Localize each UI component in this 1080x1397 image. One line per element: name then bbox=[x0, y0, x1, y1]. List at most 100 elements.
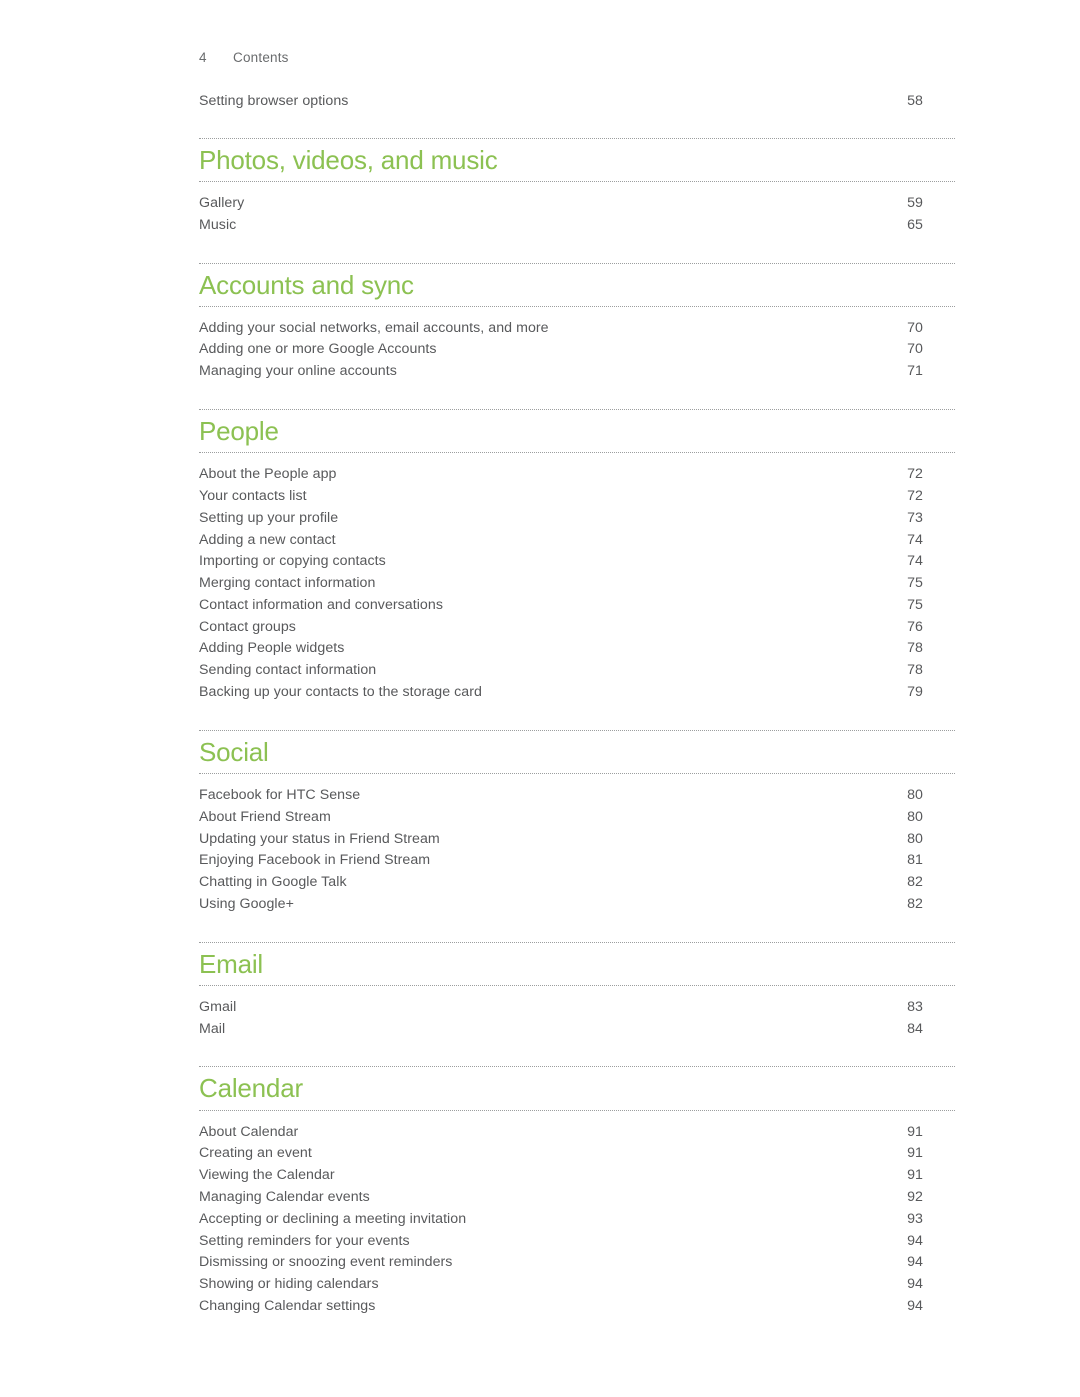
toc-entry-page-number: 93 bbox=[907, 1210, 923, 1227]
toc-section: Accounts and sync Adding your social netw… bbox=[199, 262, 955, 384]
section-heading[interactable]: Calendar bbox=[199, 1067, 955, 1109]
section-heading[interactable]: People bbox=[199, 410, 955, 452]
section-heading[interactable]: Photos, videos, and music bbox=[199, 139, 955, 181]
toc-entry[interactable]: Adding one or more Google Accounts 70 bbox=[199, 339, 955, 361]
toc-entry-label: Facebook for HTC Sense bbox=[199, 786, 361, 803]
toc-entry[interactable]: Accepting or declining a meeting invitat… bbox=[199, 1209, 955, 1231]
toc-entry-page-number: 59 bbox=[907, 194, 923, 211]
toc-section: People About the People app 72 Your contact… bbox=[199, 409, 955, 704]
toc-entry[interactable]: Contact groups 76 bbox=[199, 617, 955, 639]
toc-entry-page-number: 91 bbox=[907, 1167, 923, 1184]
toc-entry[interactable]: Adding your social networks, email accou… bbox=[199, 318, 955, 340]
toc-entry-label: Enjoying Facebook in Friend Stream bbox=[199, 852, 431, 869]
toc-entry[interactable]: Setting browser options 58 bbox=[199, 91, 955, 113]
toc-entry[interactable]: Setting reminders for your events 94 bbox=[199, 1231, 955, 1253]
running-header: 4 Contents bbox=[199, 0, 955, 65]
page-title: Contents bbox=[233, 50, 289, 65]
toc-entry[interactable]: Changing Calendar settings 94 bbox=[199, 1296, 955, 1318]
toc-entry-page-number: 91 bbox=[907, 1123, 923, 1140]
toc-entry-page-number: 94 bbox=[907, 1297, 923, 1314]
toc-entry[interactable]: Dismissing or snoozing event reminders 94 bbox=[199, 1252, 955, 1274]
toc-entry[interactable]: Gallery 59 bbox=[199, 193, 955, 215]
toc-entry-label: Adding People widgets bbox=[199, 640, 345, 657]
toc-entry-page-number: 82 bbox=[907, 874, 923, 891]
toc-entry-page-number: 80 bbox=[907, 830, 923, 847]
toc-entry-label: Setting up your profile bbox=[199, 509, 339, 526]
toc-entry[interactable]: Contact information and conversations 75 bbox=[199, 595, 955, 617]
toc-entry[interactable]: Mail 84 bbox=[199, 1019, 955, 1041]
toc-entry[interactable]: Enjoying Facebook in Friend Stream 81 bbox=[199, 850, 955, 872]
toc-content: 4 Contents Setting browser options 58 Pho… bbox=[199, 0, 955, 1318]
toc-section: Photos, videos, and music Gallery 59 Music 6… bbox=[199, 137, 955, 237]
toc-entry-label: Backing up your contacts to the storage … bbox=[199, 684, 482, 701]
orphan-entries: Setting browser options 58 bbox=[199, 91, 955, 113]
toc-entry[interactable]: Merging contact information 75 bbox=[199, 573, 955, 595]
toc-entry-label: About the People app bbox=[199, 466, 337, 483]
toc-entry-page-number: 70 bbox=[907, 341, 923, 358]
section-entry-list: Facebook for HTC Sense 80 About Friend Str… bbox=[199, 774, 955, 916]
toc-entry[interactable]: Managing your online accounts 71 bbox=[199, 361, 955, 383]
toc-entry[interactable]: Setting up your profile 73 bbox=[199, 508, 955, 530]
toc-entry[interactable]: Viewing the Calendar 91 bbox=[199, 1165, 955, 1187]
toc-entry[interactable]: Importing or copying contacts 74 bbox=[199, 551, 955, 573]
toc-entry-label: Importing or copying contacts bbox=[199, 553, 386, 570]
toc-entry-page-number: 73 bbox=[907, 509, 923, 526]
toc-entry-label: Contact groups bbox=[199, 618, 296, 635]
toc-entry-label: Music bbox=[199, 216, 237, 233]
toc-entry-page-number: 84 bbox=[907, 1020, 923, 1037]
toc-entry[interactable]: Sending contact information 78 bbox=[199, 660, 955, 682]
toc-entry-page-number: 94 bbox=[907, 1276, 923, 1293]
toc-entry[interactable]: Gmail 83 bbox=[199, 997, 955, 1019]
toc-entry-label: Gallery bbox=[199, 194, 245, 211]
section-entry-list: Adding your social networks, email accou… bbox=[199, 307, 955, 383]
toc-entry[interactable]: Updating your status in Friend Stream 80 bbox=[199, 829, 955, 851]
toc-entry-page-number: 79 bbox=[907, 684, 923, 701]
page-folio-number: 4 bbox=[199, 50, 207, 65]
toc-entry[interactable]: Chatting in Google Talk 82 bbox=[199, 872, 955, 894]
toc-entry-label: Adding your social networks, email accou… bbox=[199, 319, 549, 336]
toc-entry-label: About Friend Stream bbox=[199, 808, 331, 825]
toc-entry-page-number: 82 bbox=[907, 895, 923, 912]
toc-entry-page-number: 80 bbox=[907, 808, 923, 825]
toc-entry-label: Managing your online accounts bbox=[199, 363, 397, 380]
toc-entry-label: Contact information and conversations bbox=[199, 596, 443, 613]
toc-entry[interactable]: Adding a new contact 74 bbox=[199, 530, 955, 552]
toc-entry-page-number: 81 bbox=[907, 852, 923, 869]
section-heading[interactable]: Email bbox=[199, 943, 955, 985]
toc-entry-page-number: 91 bbox=[907, 1145, 923, 1162]
toc-entry[interactable]: Creating an event 91 bbox=[199, 1143, 955, 1165]
toc-entry-page-number: 94 bbox=[907, 1254, 923, 1271]
toc-entry-page-number: 70 bbox=[907, 319, 923, 336]
toc-entry[interactable]: Music 65 bbox=[199, 215, 955, 237]
toc-entry-label: Gmail bbox=[199, 998, 237, 1015]
toc-entry-page-number: 74 bbox=[907, 531, 923, 548]
toc-entry[interactable]: Facebook for HTC Sense 80 bbox=[199, 785, 955, 807]
toc-entry[interactable]: Using Google+ 82 bbox=[199, 894, 955, 916]
toc-entry[interactable]: Managing Calendar events 92 bbox=[199, 1187, 955, 1209]
section-heading[interactable]: Accounts and sync bbox=[199, 264, 955, 306]
toc-entry-label: Creating an event bbox=[199, 1145, 312, 1162]
toc-entry-label: Adding a new contact bbox=[199, 531, 336, 548]
toc-entry-page-number: 94 bbox=[907, 1232, 923, 1249]
toc-entry[interactable]: Your contacts list 72 bbox=[199, 486, 955, 508]
toc-entry[interactable]: Adding People widgets 78 bbox=[199, 638, 955, 660]
toc-entry-page-number: 71 bbox=[907, 363, 923, 380]
toc-entry[interactable]: About Friend Stream 80 bbox=[199, 807, 955, 829]
toc-entry-page-number: 78 bbox=[907, 640, 923, 657]
toc-entry-label: Managing Calendar events bbox=[199, 1188, 370, 1205]
toc-entry[interactable]: About the People app 72 bbox=[199, 464, 955, 486]
toc-entry-page-number: 78 bbox=[907, 662, 923, 679]
toc-entry-label: Showing or hiding calendars bbox=[199, 1276, 379, 1293]
toc-entry-page-number: 76 bbox=[907, 618, 923, 635]
toc-entry-page-number: 72 bbox=[907, 487, 923, 504]
toc-entry-label: About Calendar bbox=[199, 1123, 299, 1140]
toc-entry-label: Chatting in Google Talk bbox=[199, 874, 347, 891]
toc-entry[interactable]: Showing or hiding calendars 94 bbox=[199, 1274, 955, 1296]
toc-sections: Photos, videos, and music Gallery 59 Music 6… bbox=[199, 137, 955, 1318]
toc-entry[interactable]: About Calendar 91 bbox=[199, 1122, 955, 1144]
toc-entry-label: Setting reminders for your events bbox=[199, 1232, 410, 1249]
toc-entry[interactable]: Backing up your contacts to the storage … bbox=[199, 682, 955, 704]
toc-entry-page-number: 80 bbox=[907, 786, 923, 803]
toc-entry-label: Merging contact information bbox=[199, 575, 376, 592]
section-heading[interactable]: Social bbox=[199, 731, 955, 773]
